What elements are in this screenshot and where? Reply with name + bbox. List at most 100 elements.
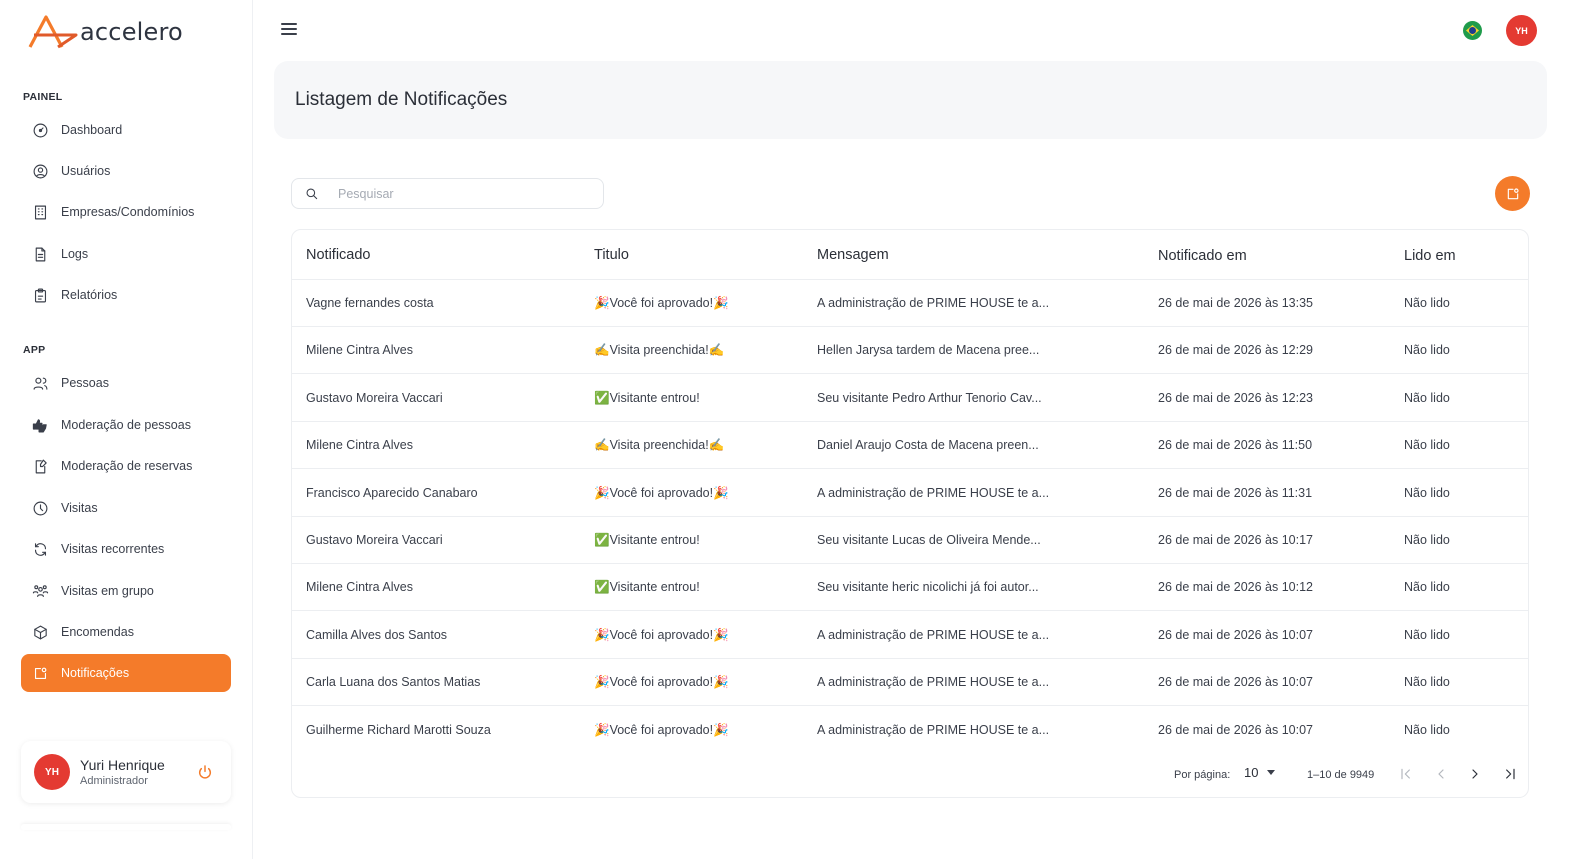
reservation-icon (31, 457, 49, 475)
cell-titulo: 🎉Você foi aprovado!🎉 (594, 722, 729, 737)
sidebar-item-label: Empresas/Condomínios (61, 205, 195, 219)
sidebar-item-label: Pessoas (61, 376, 109, 390)
sidebar-item-dashboard[interactable]: Dashboard (21, 111, 231, 149)
avatar[interactable]: YH (34, 754, 70, 790)
table-row[interactable]: Francisco Aparecido Canabaro 🎉Você foi ap… (292, 470, 1528, 517)
search-box (291, 178, 604, 209)
sidebar-item-label: Relatórios (61, 288, 118, 302)
search-input[interactable] (338, 186, 578, 201)
sidebar-item-visitas-recorrentes[interactable]: Visitas recorrentes (21, 530, 231, 568)
cell-titulo: 🎉Você foi aprovado!🎉 (594, 675, 729, 690)
cell-notificado: Milene Cintra Alves (306, 580, 413, 595)
power-icon[interactable] (197, 764, 213, 780)
refresh-icon (31, 540, 49, 558)
brazil-flag-icon[interactable] (1463, 21, 1482, 40)
sidebar-item-usuarios[interactable]: Usuários (21, 152, 231, 190)
table-row[interactable]: Vagne fernandes costa 🎉Você foi aprovado!… (292, 280, 1528, 327)
column-header-mensagem[interactable]: Mensagem (817, 247, 889, 263)
top-avatar[interactable]: YH (1506, 15, 1537, 46)
cell-notificado-em: 26 de mai de 2026 às 12:23 (1158, 390, 1313, 405)
table-header: Notificado Titulo Mensagem Notificado em… (292, 230, 1528, 280)
sidebar-item-empresas[interactable]: Empresas/Condomínios (21, 193, 231, 231)
cell-notificado-em: 26 de mai de 2026 às 10:07 (1158, 722, 1313, 737)
table-row[interactable]: Camilla Alves dos Santos 🎉Você foi aprova… (292, 612, 1528, 659)
sidebar-item-notificacoes[interactable]: Notificações (21, 654, 231, 692)
table-row[interactable]: Gustavo Moreira Vaccari ✅Visitante entrou… (292, 375, 1528, 422)
new-notification-button[interactable] (1495, 176, 1530, 211)
cell-mensagem: A administração de PRIME HOUSE te a... (817, 627, 1050, 642)
first-page-button[interactable] (1398, 766, 1414, 782)
last-page-button[interactable] (1502, 766, 1518, 782)
cell-notificado: Guilherme Richard Marotti Souza (306, 722, 491, 737)
section-title-painel: PAINEL (23, 91, 63, 103)
cell-notificado-em: 26 de mai de 2026 às 10:07 (1158, 675, 1313, 690)
previous-page-button[interactable] (1433, 766, 1449, 782)
column-header-notificado[interactable]: Notificado (306, 247, 370, 263)
chevron-left-icon (1438, 769, 1444, 779)
clock-icon (31, 499, 49, 517)
cell-lido-em: Não lido (1404, 580, 1450, 595)
menu-toggle-icon[interactable] (281, 23, 297, 37)
cell-notificado: Carla Luana dos Santos Matias (306, 675, 481, 690)
cell-notificado: Francisco Aparecido Canabaro (306, 485, 478, 500)
cell-lido-em: Não lido (1404, 343, 1450, 358)
notifications-table: Notificado Titulo Mensagem Notificado em… (291, 229, 1529, 798)
next-page-button[interactable] (1467, 766, 1483, 782)
cell-titulo: ✍️Visita preenchida!✍️ (594, 438, 725, 453)
per-page-label: Por página: (1174, 769, 1231, 781)
page-header: Listagem de Notificações (274, 61, 1547, 139)
accelero-logo[interactable]: accelero (28, 12, 183, 52)
sidebar-item-logs[interactable]: Logs (21, 235, 231, 273)
cell-notificado-em: 26 de mai de 2026 às 10:17 (1158, 533, 1313, 547)
cell-notificado: Gustavo Moreira Vaccari (306, 390, 443, 405)
pagination: Por página: 10 1–10 de 9949 (292, 759, 1528, 789)
cell-mensagem: Seu visitante Pedro Arthur Tenorio Cav..… (817, 390, 1042, 405)
sidebar-item-moderacao-reservas[interactable]: Moderação de reservas (21, 447, 231, 485)
user-info: Yuri Henrique Administrador (80, 757, 165, 787)
table-row[interactable]: Guilherme Richard Marotti Souza 🎉Você foi… (292, 707, 1528, 754)
cell-notificado: Vagne fernandes costa (306, 296, 434, 310)
clipboard-icon (31, 286, 49, 304)
search-icon (306, 188, 318, 199)
table-row[interactable]: Milene Cintra Alves ✍️Visita preenchida!✍… (292, 327, 1528, 375)
table-row[interactable]: Milene Cintra Alves ✍️Visita preenchida!✍… (292, 422, 1528, 470)
section-title-app: APP (23, 344, 46, 356)
logo-mark-icon (28, 15, 78, 49)
group-icon (31, 582, 49, 600)
cell-lido-em: Não lido (1404, 722, 1450, 737)
cell-notificado-em: 26 de mai de 2026 às 10:12 (1158, 580, 1313, 595)
sidebar-item-relatorios[interactable]: Relatórios (21, 276, 231, 314)
user-card: YH Yuri Henrique Administrador (21, 741, 231, 803)
table-row[interactable]: Milene Cintra Alves ✅Visitante entrou! Seu… (292, 564, 1528, 612)
cell-titulo: 🎉Você foi aprovado!🎉 (594, 296, 729, 310)
cell-lido-em: Não lido (1404, 485, 1450, 500)
cell-titulo: 🎉Você foi aprovado!🎉 (594, 627, 729, 642)
sidebar-item-visitas-grupo[interactable]: Visitas em grupo (21, 572, 231, 610)
sidebar-item-visitas[interactable]: Visitas (21, 489, 231, 527)
logo-text: accelero (80, 18, 183, 46)
user-role: Administrador (80, 775, 148, 787)
column-header-titulo[interactable]: Titulo (594, 247, 629, 263)
cell-mensagem: Seu visitante heric nicolichi já foi aut… (817, 580, 1039, 595)
sidebar-item-label: Dashboard (61, 123, 123, 137)
cell-notificado-em: 26 de mai de 2026 às 11:31 (1158, 485, 1313, 500)
sidebar-item-pessoas[interactable]: Pessoas (21, 364, 231, 402)
notification-add-icon (1507, 187, 1519, 199)
dashboard-icon (31, 121, 49, 139)
column-header-notificado-em[interactable]: Notificado em (1158, 248, 1247, 264)
cell-notificado-em: 26 de mai de 2026 às 10:07 (1158, 627, 1313, 642)
cell-notificado-em: 26 de mai de 2026 às 13:35 (1158, 296, 1313, 310)
cell-titulo: ✅Visitante entrou! (594, 390, 700, 405)
sidebar-item-label: Logs (61, 247, 89, 261)
table-row[interactable]: Carla Luana dos Santos Matias 🎉Você foi a… (292, 659, 1528, 707)
page-range: 1–10 de 9949 (1307, 769, 1375, 781)
sidebar-item-label: Usuários (61, 164, 111, 178)
per-page-select[interactable]: 10 (1244, 765, 1276, 780)
cell-lido-em: Não lido (1404, 675, 1450, 690)
table-row[interactable]: Gustavo Moreira Vaccari ✅Visitante entrou… (292, 517, 1528, 564)
sidebar-item-encomendas[interactable]: Encomendas (21, 613, 231, 651)
sidebar-item-moderacao-pessoas[interactable]: Moderação de pessoas (21, 406, 231, 444)
column-header-lido-em[interactable]: Lido em (1404, 248, 1456, 264)
people-icon (31, 374, 49, 392)
cell-mensagem: A administração de PRIME HOUSE te a... (817, 485, 1050, 500)
